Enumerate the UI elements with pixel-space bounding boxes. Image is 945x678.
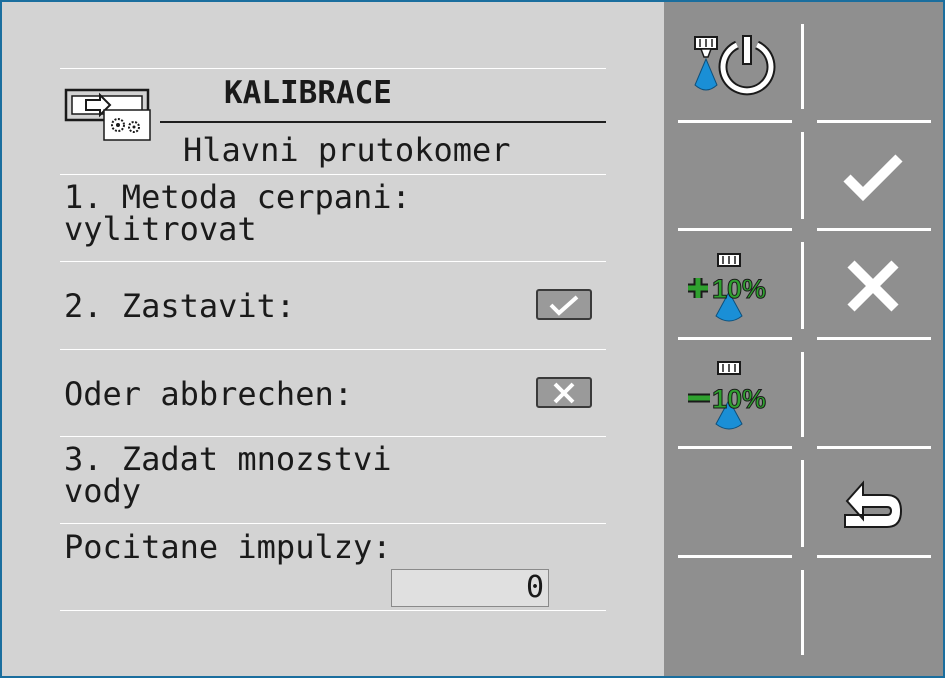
return-softkey[interactable] — [813, 457, 933, 552]
confirm-checkbox-button[interactable] — [536, 289, 592, 320]
increase-10-percent-softkey[interactable]: 10% — [674, 240, 794, 335]
softkey-separator — [801, 460, 804, 547]
content-panel: KALIBRACE Hlavni prutokomer 1. Metoda ce… — [2, 2, 664, 676]
decrease-10-percent-softkey[interactable]: 10% — [674, 348, 794, 443]
divider — [60, 349, 606, 350]
divider — [60, 523, 606, 524]
softkey-separator — [817, 446, 931, 449]
step3-label-cont: vody — [64, 472, 142, 510]
cancel-label: Oder abbrechen: — [64, 375, 353, 413]
softkey-separator — [817, 228, 931, 231]
step1-value: vylitrovat — [64, 210, 257, 248]
cancel-softkey[interactable] — [813, 238, 933, 333]
softkey-separator — [801, 570, 804, 655]
checkmark-icon — [549, 295, 579, 316]
nozzle-power-icon — [694, 34, 776, 95]
step1-label: 1. Metoda cerpani: — [64, 178, 411, 216]
cancel-checkbox-button[interactable] — [536, 377, 592, 408]
softkey-panel: 10% 10% — [664, 2, 943, 676]
confirm-softkey[interactable] — [813, 130, 933, 225]
title-underline — [160, 121, 606, 123]
pulses-count-field[interactable]: 0 — [391, 569, 549, 607]
softkey-separator — [817, 555, 931, 558]
pulses-label: Pocitane impulzy: — [64, 528, 392, 566]
calibration-settings-icon — [64, 88, 151, 141]
divider — [60, 610, 606, 611]
softkey-separator — [801, 352, 804, 437]
softkey-separator — [678, 120, 792, 123]
softkey-separator — [678, 228, 792, 231]
checkmark-icon — [843, 153, 903, 201]
divider — [60, 261, 606, 262]
page-subtitle: Hlavni prutokomer — [183, 131, 511, 169]
divider — [60, 436, 606, 437]
step3-label: 3. Zadat mnozstvi — [64, 440, 392, 478]
softkey-separator — [678, 555, 792, 558]
divider — [60, 68, 606, 69]
close-icon — [553, 382, 575, 403]
softkey-separator — [801, 242, 804, 329]
divider — [60, 174, 606, 175]
step2-label: 2. Zastavit: — [64, 287, 296, 325]
minus-10-percent-label: 10% — [712, 384, 766, 414]
minus-10-percent-icon: 10% — [688, 360, 767, 429]
softkey-separator — [817, 120, 931, 123]
softkey-separator — [678, 337, 792, 340]
softkey-separator — [801, 132, 804, 219]
page-title: KALIBRACE — [224, 75, 392, 111]
close-icon — [847, 259, 899, 312]
softkey-separator — [817, 337, 931, 340]
plus-10-percent-icon: 10% — [688, 252, 767, 321]
softkey-separator — [678, 446, 792, 449]
calibration-screen: KALIBRACE Hlavni prutokomer 1. Metoda ce… — [0, 0, 945, 678]
return-icon — [844, 479, 903, 528]
plus-10-percent-label: 10% — [712, 274, 766, 304]
nozzle-power-softkey[interactable] — [674, 20, 794, 115]
softkey-separator — [801, 24, 804, 109]
